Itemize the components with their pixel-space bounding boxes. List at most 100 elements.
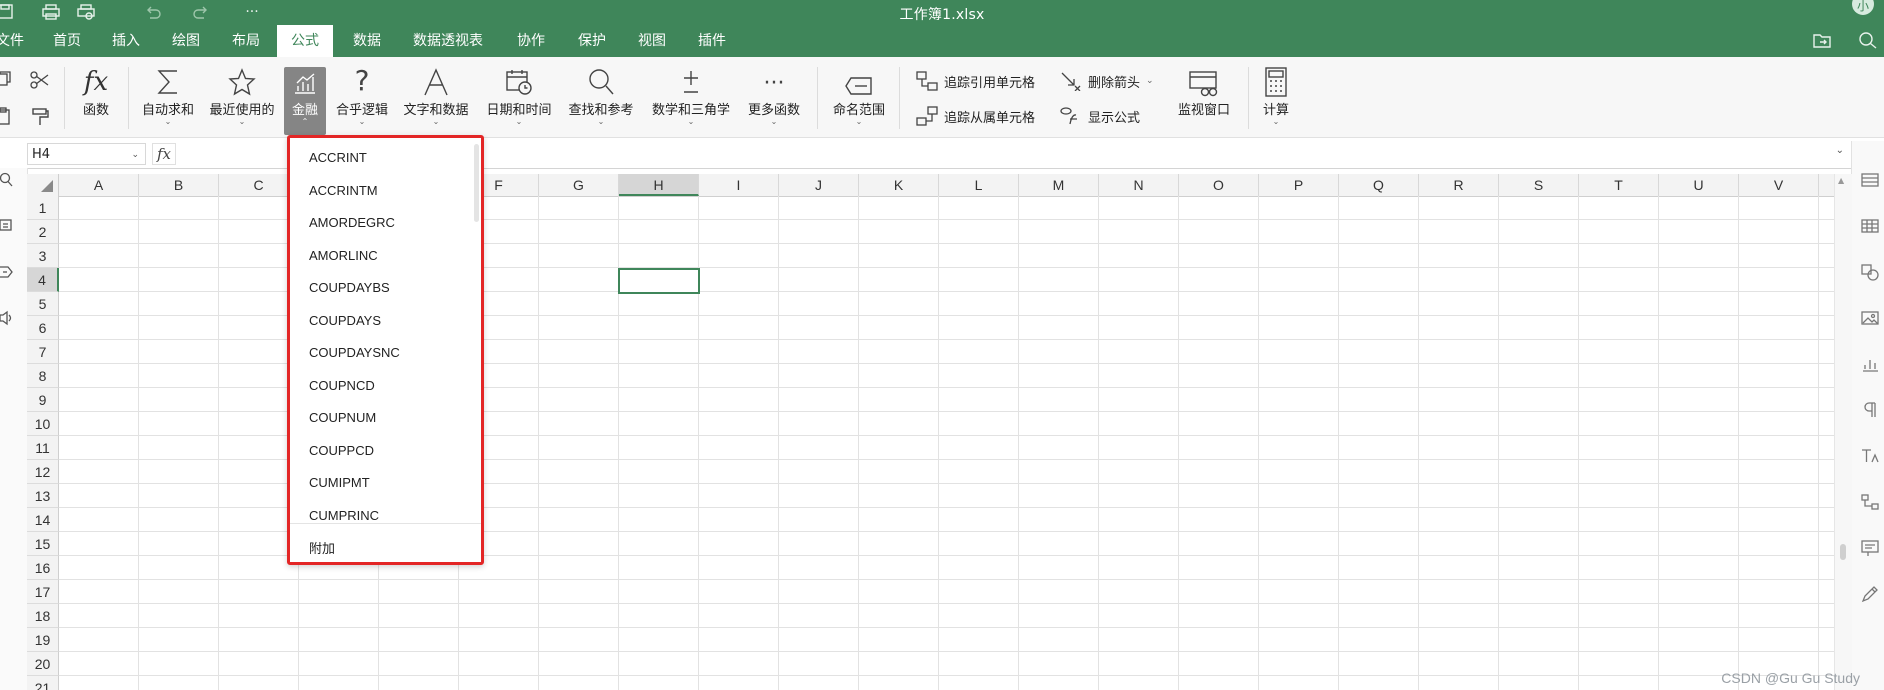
menu-draw[interactable]: 绘图: [170, 25, 202, 57]
column-header-s[interactable]: S: [1499, 174, 1579, 196]
text-functions-button[interactable]: 文字和数据 ⌄: [398, 61, 474, 126]
function-item-coupnum[interactable]: COUPNUM: [309, 410, 376, 425]
row-header-13[interactable]: 13: [27, 484, 59, 508]
row-header-21[interactable]: 21: [27, 676, 59, 690]
row-header-11[interactable]: 11: [27, 436, 59, 460]
row-header-1[interactable]: 1: [27, 196, 59, 220]
function-item-coupdaysnc[interactable]: COUPDAYSNC: [309, 345, 400, 360]
column-header-p[interactable]: P: [1259, 174, 1339, 196]
panel-icon[interactable]: [1860, 171, 1880, 191]
row-header-17[interactable]: 17: [27, 580, 59, 604]
column-header-q[interactable]: Q: [1339, 174, 1419, 196]
scrollbar-thumb[interactable]: [1840, 544, 1846, 560]
row-header-7[interactable]: 7: [27, 340, 59, 364]
menu-pivot-table[interactable]: 数据透视表: [411, 25, 485, 57]
autosum-button[interactable]: 自动求和 ⌄: [138, 61, 198, 126]
table-icon[interactable]: [1860, 217, 1880, 237]
column-header-b[interactable]: B: [139, 174, 219, 196]
add-in-item[interactable]: 附加: [309, 538, 335, 557]
cut-icon[interactable]: [30, 71, 50, 93]
trace-dependents-button[interactable]: 追踪从属单元格: [916, 106, 1035, 126]
logical-button[interactable]: ? 合乎逻辑 ⌄: [332, 61, 392, 126]
scroll-up-icon[interactable]: ▲: [1838, 176, 1844, 185]
function-list[interactable]: ACCRINT ACCRINTM AMORDEGRC AMORLINC COUPDAYB…: [290, 138, 481, 523]
row-header-15[interactable]: 15: [27, 532, 59, 556]
menu-insert[interactable]: 插入: [110, 25, 142, 57]
select-all-button[interactable]: [27, 174, 59, 196]
column-header-n[interactable]: N: [1099, 174, 1179, 196]
shapes-icon[interactable]: [1860, 263, 1880, 283]
menu-protect[interactable]: 保护: [576, 25, 608, 57]
search-icon[interactable]: [0, 172, 18, 192]
row-header-16[interactable]: 16: [27, 556, 59, 580]
row-header-4[interactable]: 4: [27, 268, 59, 292]
column-header-t[interactable]: T: [1579, 174, 1659, 196]
function-item-couppcd[interactable]: COUPPCD: [309, 443, 374, 458]
function-item-coupdays[interactable]: COUPDAYS: [309, 313, 381, 328]
text-style-icon[interactable]: [1860, 447, 1880, 467]
row-header-20[interactable]: 20: [27, 652, 59, 676]
row-header-2[interactable]: 2: [27, 220, 59, 244]
row-header-5[interactable]: 5: [27, 292, 59, 316]
column-header-h[interactable]: H: [619, 174, 699, 196]
row-header-9[interactable]: 9: [27, 388, 59, 412]
paste-icon[interactable]: [0, 107, 12, 129]
chart-icon[interactable]: [1860, 355, 1880, 375]
function-item-accrintm[interactable]: ACCRINTM: [309, 183, 378, 198]
relations-icon[interactable]: [1860, 493, 1880, 513]
paragraph-icon[interactable]: [1860, 401, 1880, 421]
row-header-3[interactable]: 3: [27, 244, 59, 268]
menu-layout[interactable]: 布局: [230, 25, 262, 57]
column-header-u[interactable]: U: [1659, 174, 1739, 196]
function-item-coupncd[interactable]: COUPNCD: [309, 378, 375, 393]
remove-arrows-button[interactable]: 删除箭头 ⌄: [1060, 71, 1154, 91]
math-button[interactable]: 数学和三角学 ⌄: [648, 61, 734, 126]
show-formulas-button[interactable]: 显示公式: [1060, 106, 1140, 126]
trace-precedents-button[interactable]: 追踪引用单元格: [916, 71, 1035, 91]
column-header-m[interactable]: M: [1019, 174, 1099, 196]
dropdown-scrollbar[interactable]: [474, 144, 479, 222]
menu-file[interactable]: 文件: [0, 25, 26, 57]
column-header-g[interactable]: G: [539, 174, 619, 196]
copy-icon[interactable]: [0, 71, 12, 91]
lookup-button[interactable]: 查找和参考 ⌄: [564, 61, 638, 126]
calculate-button[interactable]: 计算 ⌄: [1256, 61, 1296, 126]
row-header-12[interactable]: 12: [27, 460, 59, 484]
row-header-6[interactable]: 6: [27, 316, 59, 340]
defined-names-button[interactable]: 命名范围 ⌄: [828, 61, 890, 126]
function-item-cumprinc[interactable]: CUMPRINC: [309, 508, 379, 523]
speaker-icon[interactable]: [0, 310, 18, 330]
column-header-l[interactable]: L: [939, 174, 1019, 196]
more-functions-button[interactable]: ··· 更多函数 ⌄: [744, 61, 804, 126]
menu-view[interactable]: 视图: [636, 25, 668, 57]
form-icon[interactable]: [1860, 539, 1880, 559]
column-header-r[interactable]: R: [1419, 174, 1499, 196]
function-item-amordegrc[interactable]: AMORDEGRC: [309, 215, 395, 230]
function-item-cumipmt[interactable]: CUMIPMT: [309, 475, 370, 490]
image-icon[interactable]: [1860, 309, 1880, 329]
function-item-accrint[interactable]: ACCRINT: [309, 150, 367, 165]
function-item-amorlinc[interactable]: AMORLINC: [309, 248, 378, 263]
search-icon[interactable]: [1858, 31, 1878, 51]
row-header-19[interactable]: 19: [27, 628, 59, 652]
row-header-18[interactable]: 18: [27, 604, 59, 628]
menu-home[interactable]: 首页: [51, 25, 83, 57]
active-cell[interactable]: [618, 268, 700, 294]
insert-function-button[interactable]: fx 函数: [76, 61, 116, 118]
share-icon[interactable]: [1812, 31, 1832, 51]
column-header-o[interactable]: O: [1179, 174, 1259, 196]
row-header-10[interactable]: 10: [27, 412, 59, 436]
pen-icon[interactable]: [1860, 585, 1880, 605]
recent-functions-button[interactable]: 最近使用的 ⌄: [206, 61, 278, 126]
format-painter-icon[interactable]: [30, 107, 50, 131]
menu-collaborate[interactable]: 协作: [515, 25, 547, 57]
menu-plugins[interactable]: 插件: [696, 25, 728, 57]
row-header-8[interactable]: 8: [27, 364, 59, 388]
menu-formulas[interactable]: 公式: [277, 25, 333, 57]
row-header-14[interactable]: 14: [27, 508, 59, 532]
watch-window-button[interactable]: 监视窗口: [1172, 61, 1236, 118]
column-header-k[interactable]: K: [859, 174, 939, 196]
financial-button[interactable]: 金融 ⌃: [284, 67, 326, 135]
fx-button[interactable]: fx: [152, 143, 176, 165]
function-item-coupdaybs[interactable]: COUPDAYBS: [309, 280, 390, 295]
